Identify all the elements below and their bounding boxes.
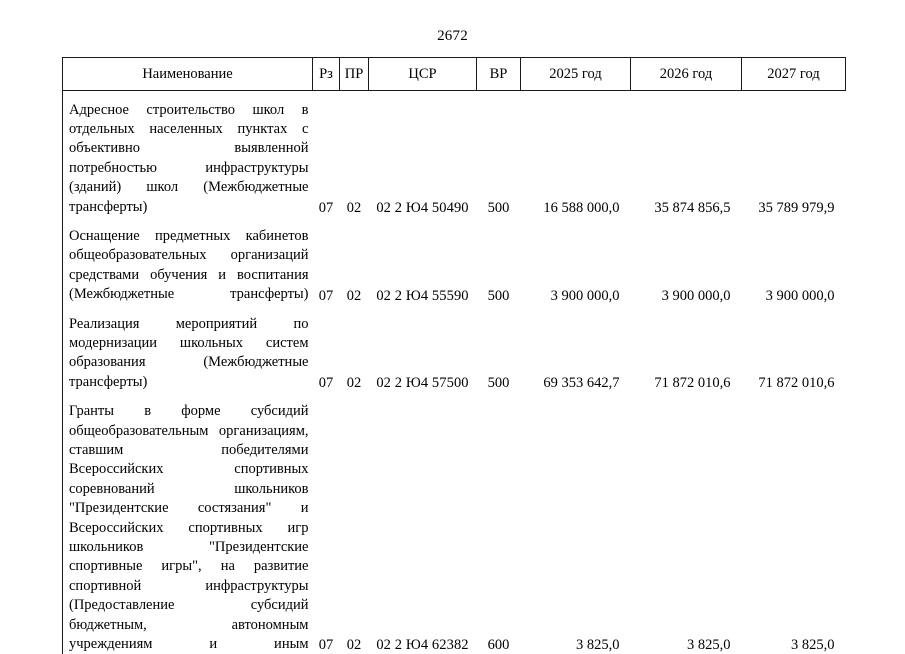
cell-rz: 07 bbox=[313, 315, 340, 393]
column-header-year-2027: 2027 год bbox=[742, 58, 846, 91]
spacer-cell bbox=[313, 305, 846, 315]
cell-rz: 07 bbox=[313, 227, 340, 305]
cell-pr: 02 bbox=[340, 101, 369, 217]
name-line: Всероссийских спортивных bbox=[69, 460, 309, 479]
name-line: бюджетным, автономным bbox=[69, 616, 309, 635]
spacer-cell bbox=[63, 91, 313, 101]
name-line: Всероссийских спортивных игр bbox=[69, 519, 309, 538]
name-line: школьников "Президентские bbox=[69, 538, 309, 557]
name-line: ставшим победителями bbox=[69, 441, 309, 460]
table-row: Гранты в форме субсидий общеобразователь… bbox=[63, 402, 846, 654]
cell-amount-2026: 3 825,0 bbox=[631, 402, 742, 654]
name-line: образования (Межбюджетные bbox=[69, 353, 309, 372]
table-row: Адресное строительство школ в отдельных … bbox=[63, 101, 846, 217]
cell-pr: 02 bbox=[340, 315, 369, 393]
spacer-cell bbox=[63, 392, 313, 402]
table-row: Оснащение предметных кабинетов общеобраз… bbox=[63, 227, 846, 305]
cell-amount-2025: 3 900 000,0 bbox=[521, 227, 631, 305]
column-header-name: Наименование bbox=[63, 58, 313, 91]
cell-rz: 07 bbox=[313, 402, 340, 654]
cell-name: Реализация мероприятий по модернизации ш… bbox=[63, 315, 313, 393]
column-header-year-2026: 2026 год bbox=[631, 58, 742, 91]
cell-csr: 02 2 Ю4 62382 bbox=[369, 402, 477, 654]
cell-amount-2027: 3 900 000,0 bbox=[742, 227, 846, 305]
cell-amount-2025: 3 825,0 bbox=[521, 402, 631, 654]
table-spacer-row bbox=[63, 392, 846, 402]
cell-amount-2027: 71 872 010,6 bbox=[742, 315, 846, 393]
name-line: Адресное строительство школ в bbox=[69, 101, 309, 120]
name-line: соревнований школьников bbox=[69, 480, 309, 499]
cell-amount-2027: 35 789 979,9 bbox=[742, 101, 846, 217]
spacer-cell bbox=[63, 305, 313, 315]
table-header-row: Наименование Рз ПР ЦСР ВР 2025 год 2026 … bbox=[63, 58, 846, 91]
spacer-cell bbox=[313, 217, 846, 227]
cell-csr: 02 2 Ю4 55590 bbox=[369, 227, 477, 305]
column-header-vr: ВР bbox=[477, 58, 521, 91]
name-line: (зданий) школ (Межбюджетные bbox=[69, 178, 309, 197]
name-line: потребностью инфраструктуры bbox=[69, 159, 309, 178]
cell-amount-2025: 69 353 642,7 bbox=[521, 315, 631, 393]
cell-name: Гранты в форме субсидий общеобразователь… bbox=[63, 402, 313, 654]
cell-vr: 500 bbox=[477, 101, 521, 217]
name-line: учреждениям и иным bbox=[69, 635, 309, 654]
document-page: 2672 Наименование Рз ПР ЦСР ВР 2025 год … bbox=[0, 0, 905, 640]
name-line: объективно выявленной bbox=[69, 139, 309, 158]
spacer-cell bbox=[63, 217, 313, 227]
table-row: Реализация мероприятий по модернизации ш… bbox=[63, 315, 846, 393]
cell-pr: 02 bbox=[340, 227, 369, 305]
name-line: общеобразовательных организаций bbox=[69, 246, 309, 265]
table-header: Наименование Рз ПР ЦСР ВР 2025 год 2026 … bbox=[63, 58, 846, 91]
name-line: общеобразовательным организациям, bbox=[69, 422, 309, 441]
name-line: отдельных населенных пунктах с bbox=[69, 120, 309, 139]
cell-amount-2026: 71 872 010,6 bbox=[631, 315, 742, 393]
budget-table: Наименование Рз ПР ЦСР ВР 2025 год 2026 … bbox=[62, 57, 846, 654]
name-line: трансферты) bbox=[69, 198, 309, 217]
cell-vr: 500 bbox=[477, 315, 521, 393]
column-header-csr: ЦСР bbox=[369, 58, 477, 91]
table-spacer-row bbox=[63, 305, 846, 315]
column-header-rz: Рз bbox=[313, 58, 340, 91]
cell-vr: 500 bbox=[477, 227, 521, 305]
name-line: Реализация мероприятий по bbox=[69, 315, 309, 334]
name-line: "Президентские состязания" и bbox=[69, 499, 309, 518]
cell-amount-2026: 3 900 000,0 bbox=[631, 227, 742, 305]
cell-amount-2025: 16 588 000,0 bbox=[521, 101, 631, 217]
cell-csr: 02 2 Ю4 50490 bbox=[369, 101, 477, 217]
column-header-year-2025: 2025 год bbox=[521, 58, 631, 91]
cell-pr: 02 bbox=[340, 402, 369, 654]
table-body: Адресное строительство школ в отдельных … bbox=[63, 91, 846, 654]
table-spacer-row bbox=[63, 91, 846, 101]
cell-vr: 600 bbox=[477, 402, 521, 654]
spacer-cell bbox=[313, 91, 846, 101]
cell-csr: 02 2 Ю4 57500 bbox=[369, 315, 477, 393]
name-line: модернизации школьных систем bbox=[69, 334, 309, 353]
cell-amount-2026: 35 874 856,5 bbox=[631, 101, 742, 217]
table-spacer-row bbox=[63, 217, 846, 227]
cell-name: Оснащение предметных кабинетов общеобраз… bbox=[63, 227, 313, 305]
page-number: 2672 bbox=[0, 28, 905, 45]
name-line: спортивной инфраструктуры bbox=[69, 577, 309, 596]
name-line: Гранты в форме субсидий bbox=[69, 402, 309, 421]
name-line: Оснащение предметных кабинетов bbox=[69, 227, 309, 246]
spacer-cell bbox=[313, 392, 846, 402]
column-header-pr: ПР bbox=[340, 58, 369, 91]
cell-amount-2027: 3 825,0 bbox=[742, 402, 846, 654]
name-line: (Межбюджетные трансферты) bbox=[69, 285, 309, 304]
name-line: (Предоставление субсидий bbox=[69, 596, 309, 615]
name-line: спортивные игры", на развитие bbox=[69, 557, 309, 576]
cell-name: Адресное строительство школ в отдельных … bbox=[63, 101, 313, 217]
name-line: трансферты) bbox=[69, 373, 309, 392]
cell-rz: 07 bbox=[313, 101, 340, 217]
name-line: средствами обучения и воспитания bbox=[69, 266, 309, 285]
